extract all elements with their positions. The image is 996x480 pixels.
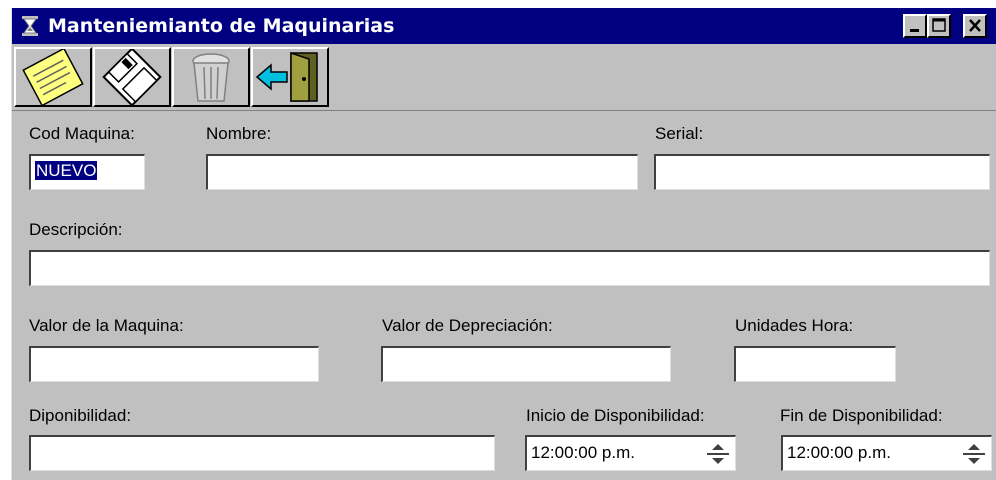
trash-can-icon (192, 53, 230, 102)
inicio-disponibilidad-value: 12:00:00 p.m. (531, 443, 635, 462)
unidades-hora-input[interactable] (734, 346, 896, 382)
exit-button[interactable] (251, 47, 329, 107)
title-bar[interactable]: Manteniemianto de Maquinarias (12, 8, 996, 44)
cod-maquina-input[interactable]: NUEVO (29, 154, 145, 190)
disponibilidad-label: Diponibilidad: (29, 406, 132, 425)
descripcion-input[interactable] (29, 250, 990, 286)
fin-disponibilidad-value: 12:00:00 p.m. (787, 443, 891, 462)
sticky-note-icon (22, 49, 84, 105)
maximize-icon (932, 18, 946, 32)
fin-disponibilidad-label: Fin de Disponibilidad: (780, 406, 943, 425)
valor-depreciacion-input[interactable] (381, 346, 671, 382)
cod-maquina-label: Cod Maquina: (29, 124, 135, 143)
valor-maquina-label: Valor de la Maquina: (29, 316, 184, 335)
new-note-button[interactable] (14, 47, 92, 107)
delete-button[interactable] (172, 47, 250, 107)
toolbar (12, 45, 996, 111)
valor-depreciacion-label: Valor de Depreciación: (382, 316, 553, 335)
disponibilidad-input[interactable] (29, 435, 495, 471)
inicio-disponibilidad-label: Inicio de Disponibilidad: (526, 406, 705, 425)
valor-maquina-input[interactable] (29, 346, 319, 382)
close-icon (969, 19, 981, 32)
serial-label: Serial: (655, 124, 704, 143)
fin-disponibilidad-picker[interactable]: 12:00:00 p.m. (781, 435, 992, 471)
nombre-input[interactable] (206, 154, 638, 190)
window-title: Manteniemianto de Maquinarias (48, 15, 395, 37)
nombre-label: Nombre: (206, 124, 272, 143)
inicio-disponibilidad-picker[interactable]: 12:00:00 p.m. (525, 435, 736, 471)
floppy-disk-icon (102, 49, 162, 105)
minimize-button[interactable] (903, 14, 927, 38)
minimize-icon (910, 29, 919, 32)
maximize-button[interactable] (927, 14, 951, 38)
descripcion-label: Descripción: (29, 220, 123, 239)
unidades-hora-label: Unidades Hora: (735, 316, 854, 335)
save-button[interactable] (93, 47, 171, 107)
serial-input[interactable] (654, 154, 990, 190)
cod-maquina-value: NUEVO (35, 161, 98, 180)
spin-updown-icon[interactable] (961, 441, 987, 467)
close-button[interactable] (963, 14, 987, 38)
exit-door-icon (255, 51, 318, 102)
hourglass-icon (22, 16, 38, 36)
spin-updown-icon[interactable] (705, 441, 731, 467)
main-window: Manteniemianto de Maquinarias Cod Maquin… (11, 8, 996, 480)
